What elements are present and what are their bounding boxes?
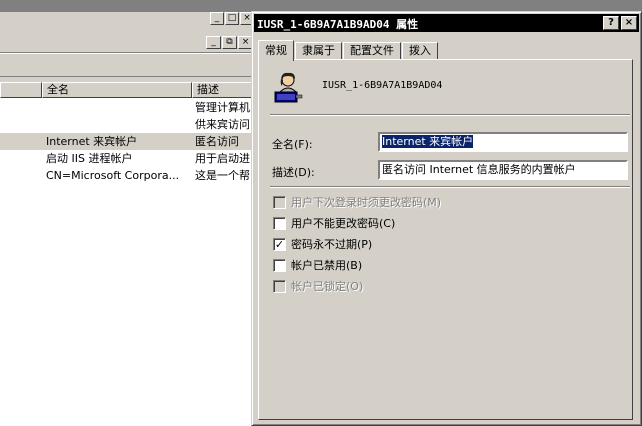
checkbox[interactable]: [273, 258, 286, 272]
users-list[interactable]: 全名 描述 管理计算机 供来宾访问 Internet 来宾帐户 匿名访问 启动 …: [0, 82, 252, 426]
fullname-label: 全名(F):: [272, 138, 313, 151]
tab-strip: 常规 隶属于 配置文件 拨入: [258, 40, 439, 61]
row-fullname: Internet 来宾帐户: [46, 135, 138, 148]
option-label: 用户下次登录时须更改密码(M): [291, 196, 442, 209]
checkbox[interactable]: [273, 195, 286, 209]
dialog-titlebar[interactable]: IUSR_1-6B9A7A1B9AD04 属性 ? ×: [254, 14, 639, 32]
row-description: 管理计算机: [195, 101, 250, 114]
tab-profile[interactable]: 配置文件: [343, 42, 401, 60]
row-description: 这是一个帮: [195, 169, 250, 182]
checkbox-checked[interactable]: ✓: [273, 237, 286, 251]
list-header: 全名 描述: [0, 82, 252, 98]
column-header-description[interactable]: 描述: [192, 82, 252, 98]
option-account-disabled[interactable]: 帐户已禁用(B): [273, 257, 362, 273]
description-field[interactable]: 匿名访问 Internet 信息服务的内置帐户: [378, 160, 628, 180]
list-row[interactable]: 供来宾访问: [0, 116, 252, 133]
option-label: 密码永不过期(P): [291, 238, 373, 251]
tab-member-of[interactable]: 隶属于: [295, 42, 342, 60]
user-account-icon: [272, 70, 304, 104]
row-description: 用于启动进: [195, 152, 250, 165]
fullname-field[interactable]: Internet 来宾帐户: [378, 132, 628, 152]
outer-maximize-button[interactable]: □: [225, 12, 239, 25]
description-label: 描述(D):: [272, 166, 315, 179]
toolbar-divider-highlight: [0, 53, 252, 54]
option-cannot-change-password[interactable]: 用户不能更改密码(C): [273, 215, 395, 231]
fullname-value: Internet 来宾帐户: [382, 135, 474, 148]
row-description: 匿名访问: [195, 135, 239, 148]
row-description: 供来宾访问: [195, 118, 250, 131]
checkbox[interactable]: [273, 279, 286, 293]
inner-minimize-button[interactable]: _: [206, 36, 221, 49]
outer-minimize-button[interactable]: _: [210, 12, 224, 25]
separator: [270, 114, 630, 116]
checkbox[interactable]: [273, 216, 286, 230]
option-label: 帐户已禁用(B): [291, 259, 363, 272]
option-account-locked[interactable]: 帐户已锁定(O): [273, 278, 363, 294]
option-must-change-password[interactable]: 用户下次登录时须更改密码(M): [273, 194, 441, 210]
description-value: 匿名访问 Internet 信息服务的内置帐户: [382, 163, 576, 176]
list-row[interactable]: CN=Microsoft Corpora... 这是一个帮: [0, 167, 252, 184]
option-password-never-expires[interactable]: ✓ 密码永不过期(P): [273, 236, 372, 252]
row-fullname: CN=Microsoft Corpora...: [46, 169, 180, 182]
inner-window-controls: _ ⧉ ×: [206, 36, 254, 52]
close-button[interactable]: ×: [621, 16, 637, 30]
list-row[interactable]: 管理计算机: [0, 99, 252, 116]
outer-window-controls: _ □ ×: [210, 12, 254, 28]
username-label: IUSR_1-6B9A7A1B9AD04: [322, 80, 443, 91]
tab-dial-in[interactable]: 拨入: [402, 42, 438, 60]
dialog-title: IUSR_1-6B9A7A1B9AD04 属性: [257, 18, 419, 31]
list-row[interactable]: 启动 IIS 进程帐户 用于启动进: [0, 150, 252, 167]
list-row-selected[interactable]: Internet 来宾帐户 匿名访问: [0, 133, 252, 150]
column-header-fullname[interactable]: 全名: [42, 82, 192, 98]
inner-restore-button[interactable]: ⧉: [222, 36, 237, 49]
help-button[interactable]: ?: [603, 16, 619, 30]
option-label: 用户不能更改密码(C): [291, 217, 396, 230]
option-label: 帐户已锁定(O): [291, 280, 364, 293]
tab-general[interactable]: 常规: [258, 40, 294, 61]
row-fullname: 启动 IIS 进程帐户: [46, 152, 133, 165]
column-header-name-spacer[interactable]: [0, 82, 42, 98]
separator: [270, 186, 630, 188]
toolbar-bottom-divider: [0, 76, 252, 77]
